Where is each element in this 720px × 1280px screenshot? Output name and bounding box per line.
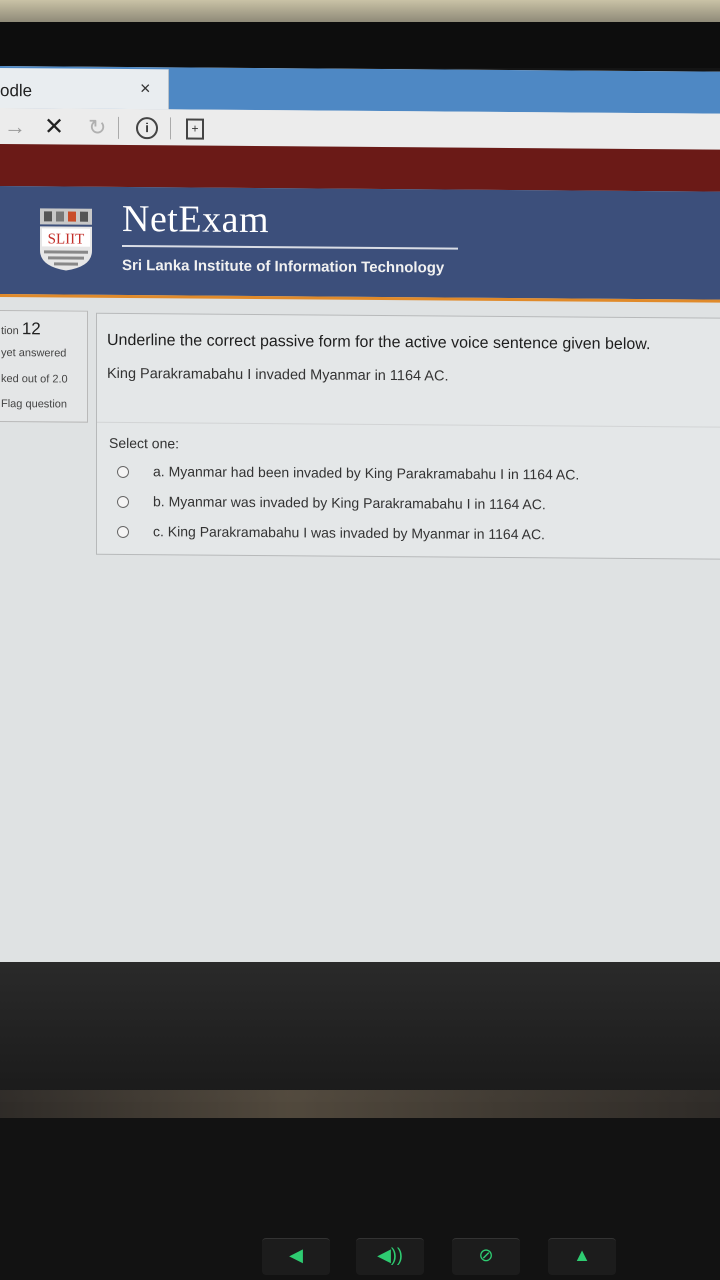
question-info-panel: tion 12 yet answered ked out of 2.0 Flag… [0,309,88,423]
option-label: b. Myanmar was invaded by King Parakrama… [153,493,546,513]
radio-button[interactable] [117,465,129,479]
stop-icon[interactable]: ✕ [44,112,64,141]
logo-text: SLIIT [48,231,85,247]
option-label: c. King Parakramabahu I was invaded by M… [153,523,545,543]
radio-button[interactable] [117,525,129,539]
brand-name: NetExam [122,197,270,242]
marks-info: ked out of 2.0 [1,373,68,386]
flag-question-link[interactable]: Flag question [1,398,67,411]
laptop-hinge [0,1090,720,1118]
answer-area: Select one: a. Myanmar had been invaded … [97,421,720,560]
toolbar-divider [118,116,119,139]
question-text: Underline the correct passive form for t… [107,331,651,354]
volume-up-key[interactable]: ◀)) [356,1238,424,1275]
radio-button[interactable] [117,495,129,509]
question-number-value: 12 [21,319,41,339]
laptop-lower-bezel [0,962,720,1102]
monitor-bezel [0,22,720,68]
tab-bar: odle × [0,66,720,114]
volume-down-icon: ◀ [289,1245,303,1265]
mic-mute-key[interactable]: ⊘ [452,1238,520,1275]
option-label: a. Myanmar had been invaded by King Para… [153,463,580,483]
eject-icon: ▲ [573,1245,591,1265]
tab-title: odle [0,81,33,101]
institute-name: Sri Lanka Institute of Information Techn… [122,256,445,277]
question-label: tion [1,325,19,338]
volume-up-icon: ◀)) [377,1245,403,1265]
screen: odle × → ✕ ↻ i + SLIIT NetExam Sri Lanka… [0,66,720,972]
answer-status: yet answered [1,347,67,360]
question-content: Underline the correct passive form for t… [96,312,720,560]
top-red-bar [0,144,720,192]
background-wall [0,0,720,22]
question-sentence: King Parakramabahu I invaded Myanmar in … [107,365,449,385]
page-icon[interactable]: + [186,118,204,140]
refresh-icon[interactable]: ↻ [88,115,106,141]
eject-key[interactable]: ▲ [548,1238,616,1275]
forward-icon[interactable]: → [4,114,26,140]
toolbar-divider [170,117,171,140]
mic-mute-icon: ⊘ [478,1245,494,1265]
info-icon[interactable]: i [136,117,158,140]
sliit-logo: SLIIT [40,208,92,271]
question-number: tion 12 [1,319,41,339]
close-tab-icon[interactable]: × [140,78,151,99]
volume-down-key[interactable]: ◀ [262,1238,330,1275]
browser-tab[interactable]: odle × [0,68,169,110]
select-one-label: Select one: [109,434,180,452]
site-header: SLIIT NetExam Sri Lanka Institute of Inf… [0,186,720,300]
brand-divider [122,244,458,250]
